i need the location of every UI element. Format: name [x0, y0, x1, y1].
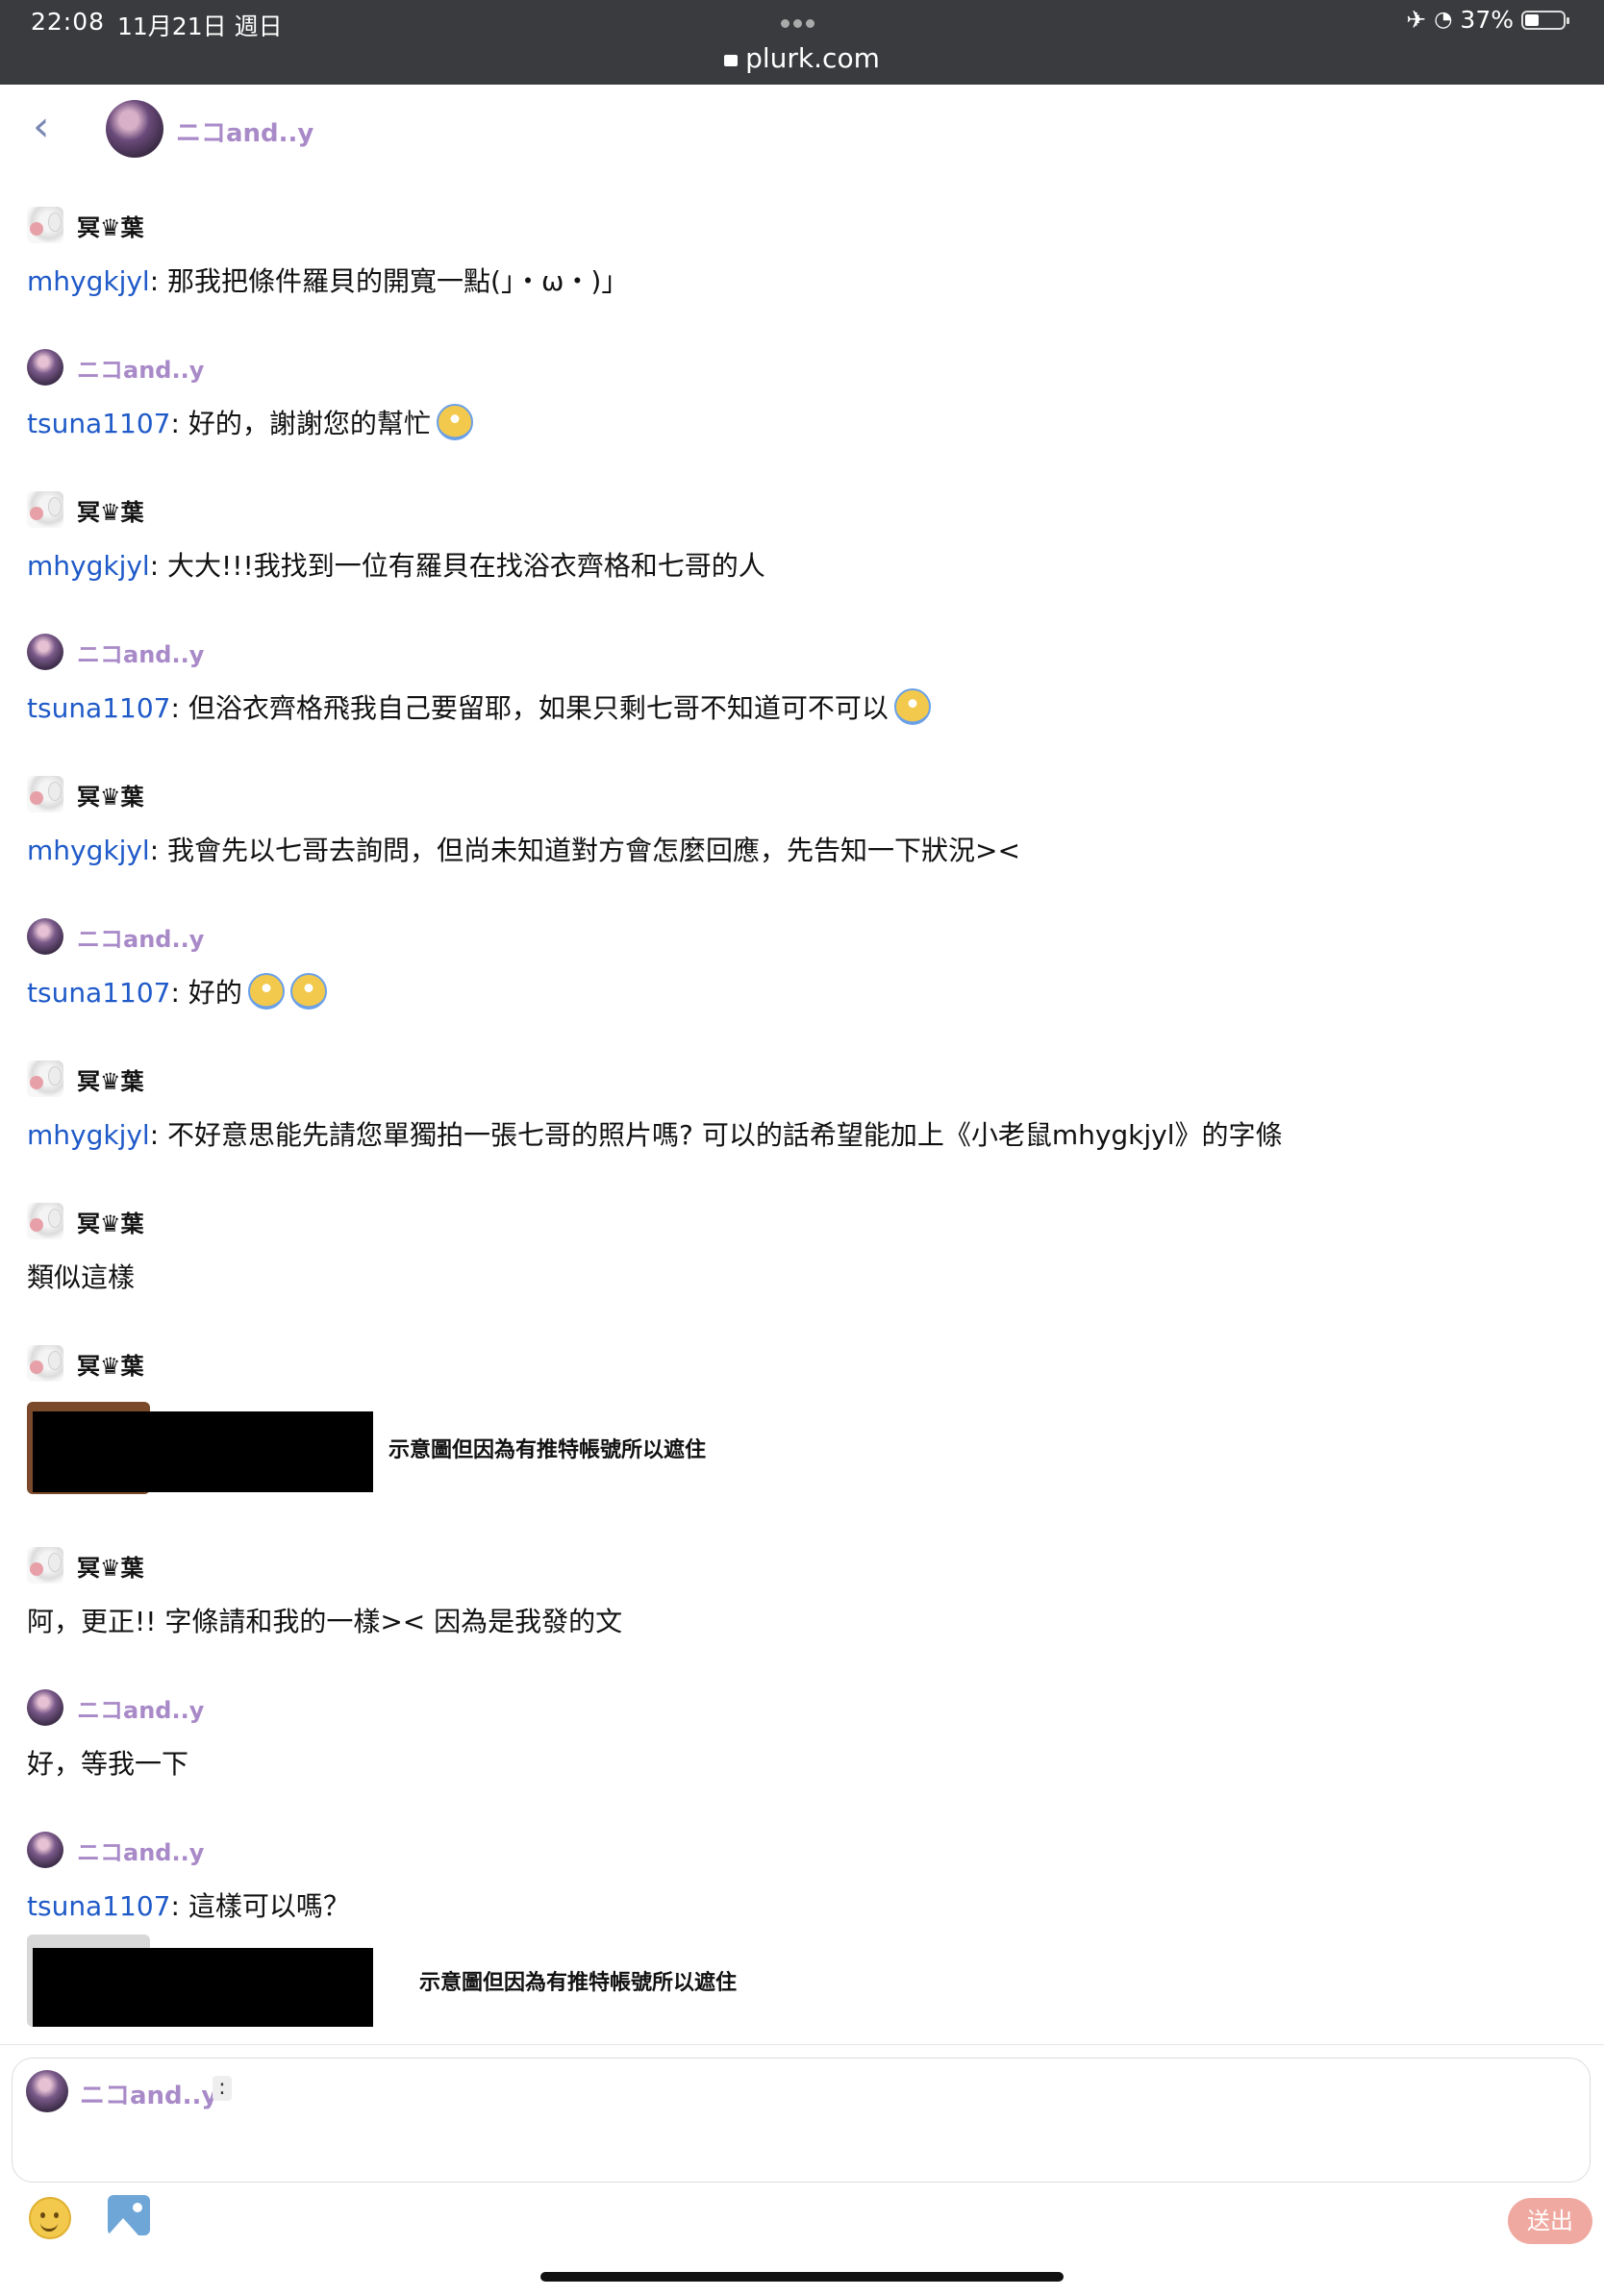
- author-name[interactable]: 冥♛葉: [77, 1062, 144, 1096]
- message-text: : 這樣可以嗎？: [170, 1890, 350, 1922]
- header-name[interactable]: ニコand..y: [176, 113, 313, 149]
- user-link[interactable]: tsuna1107: [27, 408, 170, 439]
- author-name[interactable]: ニコand..y: [77, 1834, 204, 1867]
- message-text: 好，等我一下: [27, 1748, 189, 1780]
- avatar[interactable]: [27, 1547, 63, 1584]
- qualifier-select[interactable]: :: [213, 2076, 232, 2101]
- author-name[interactable]: ニコand..y: [77, 920, 204, 954]
- image-caption: 示意圖但因為有推特帳號所以遮住: [388, 1438, 707, 1462]
- conversation-header: ‹ ニコand..y: [0, 85, 1604, 171]
- user-link[interactable]: tsuna1107: [27, 692, 170, 724]
- author-name[interactable]: ニコand..y: [77, 636, 204, 669]
- home-indicator: [540, 2272, 1064, 2282]
- response-item: ニコand..y 好，等我一下: [27, 1688, 204, 1783]
- redaction-box: [33, 1411, 373, 1492]
- response-item: 冥♛葉 示意圖但因為有推特帳號所以遮住: [27, 1344, 706, 1494]
- attached-image[interactable]: [27, 1934, 373, 2027]
- image-icon[interactable]: [108, 2195, 150, 2235]
- status-indicators: ✈ ◔ 37%: [1406, 6, 1569, 34]
- status-bar: 22:08 11月21日 週日 plurk.com ✈ ◔ 37%: [0, 0, 1604, 85]
- response-text: mhygkjyl: 那我把條件羅貝的開寬一點(」・ω・)」: [27, 263, 628, 300]
- response-item: ニコand..y tsuna1107: 好的，謝謝您的幫忙: [27, 348, 473, 443]
- smiley-icon[interactable]: [29, 2197, 71, 2239]
- response-item: 冥♛葉 阿，更正!! 字條請和我的一樣>< 因為是我發的文: [27, 1546, 622, 1640]
- author-name[interactable]: 冥♛葉: [77, 1549, 144, 1583]
- address-bar[interactable]: plurk.com: [0, 42, 1604, 74]
- author-name[interactable]: 冥♛葉: [77, 1205, 144, 1238]
- avatar: [26, 2070, 68, 2112]
- attached-image[interactable]: [27, 1402, 373, 1494]
- crying-face-emoticon: [436, 404, 473, 440]
- user-link[interactable]: tsuna1107: [27, 1890, 170, 1922]
- message-text: : 我會先以七哥去詢問，但尚未知道對方會怎麼回應，先告知一下狀況><: [149, 835, 1020, 866]
- avatar[interactable]: [27, 349, 63, 386]
- response-item: 冥♛葉 mhygkjyl: 大大!!!我找到一位有羅貝在找浴衣齊格和七哥的人: [27, 490, 765, 585]
- response-item: ニコand..y tsuna1107: 好的: [27, 917, 327, 1012]
- response-item: 冥♛葉 類似這樣: [27, 1202, 144, 1296]
- user-link[interactable]: mhygkjyl: [27, 1119, 150, 1151]
- redaction-box: [33, 1948, 373, 2027]
- avatar[interactable]: [27, 1345, 63, 1382]
- crying-face-emoticon: [289, 973, 327, 1010]
- author-name[interactable]: 冥♛葉: [77, 778, 144, 811]
- url-text: plurk.com: [745, 42, 880, 74]
- response-item: 冥♛葉 mhygkjyl: 那我把條件羅貝的開寬一點(」・ω・)」: [27, 206, 628, 300]
- avatar[interactable]: [27, 1203, 63, 1239]
- message-text: : 大大!!!我找到一位有羅貝在找浴衣齊格和七哥的人: [149, 550, 765, 582]
- status-time: 22:08: [31, 8, 106, 36]
- send-button[interactable]: 送出: [1508, 2198, 1592, 2244]
- response-text: mhygkjyl: 大大!!!我找到一位有羅貝在找浴衣齊格和七哥的人: [27, 548, 765, 585]
- message-text: 類似這樣: [27, 1261, 136, 1293]
- wifi-icon: ◔: [1434, 8, 1453, 32]
- avatar[interactable]: [27, 491, 63, 528]
- response-text: tsuna1107: 好的: [27, 973, 327, 1012]
- user-link[interactable]: mhygkjyl: [27, 550, 150, 582]
- message-text: : 好的: [170, 977, 242, 1009]
- message-text: : 不好意思能先請您單獨拍一張七哥的照片嗎? 可以的話希望能加上《小老鼠mhyg…: [149, 1119, 1283, 1151]
- author-name[interactable]: ニコand..y: [77, 1691, 204, 1725]
- author-name[interactable]: 冥♛葉: [77, 209, 144, 242]
- crying-face-emoticon: [247, 973, 285, 1010]
- avatar[interactable]: [27, 634, 63, 670]
- author-name[interactable]: 冥♛葉: [77, 1347, 144, 1381]
- avatar[interactable]: [106, 100, 163, 158]
- composer-name: ニコand..y: [80, 2082, 218, 2110]
- avatar[interactable]: [27, 207, 63, 243]
- divider: [0, 2044, 1604, 2045]
- message-text: : 但浴衣齊格飛我自己要留耶，如果只剩七哥不知道可不可以: [170, 692, 889, 724]
- airplane-icon: ✈: [1406, 6, 1427, 34]
- battery-percent: 37%: [1460, 6, 1514, 34]
- response-text: tsuna1107: 但浴衣齊格飛我自己要留耶，如果只剩七哥不知道可不可以: [27, 688, 931, 728]
- author-name[interactable]: ニコand..y: [77, 351, 204, 385]
- message-text: : 那我把條件羅貝的開寬一點(」・ω・)」: [149, 265, 629, 297]
- author-name[interactable]: 冥♛葉: [77, 493, 144, 527]
- response-text: mhygkjyl: 我會先以七哥去詢問，但尚未知道對方會怎麼回應，先告知一下狀況…: [27, 833, 1020, 869]
- user-link[interactable]: mhygkjyl: [27, 265, 150, 297]
- response-text: tsuna1107: 這樣可以嗎？: [27, 1888, 737, 1925]
- reply-composer[interactable]: ニコand..y :: [12, 2058, 1591, 2183]
- response-text: mhygkjyl: 不好意思能先請您單獨拍一張七哥的照片嗎? 可以的話希望能加上…: [27, 1117, 1283, 1154]
- message-text: 阿，更正!! 字條請和我的一樣>< 因為是我發的文: [27, 1606, 623, 1637]
- crying-face-emoticon: [893, 688, 931, 725]
- avatar[interactable]: [27, 1689, 63, 1726]
- more-dots-icon[interactable]: [781, 13, 823, 28]
- avatar[interactable]: [27, 776, 63, 812]
- image-caption: 示意圖但因為有推特帳號所以遮住: [419, 1971, 738, 1995]
- response-item: 冥♛葉 mhygkjyl: 我會先以七哥去詢問，但尚未知道對方會怎麼回應，先告知…: [27, 775, 1020, 869]
- response-item: ニコand..y tsuna1107: 但浴衣齊格飛我自己要留耶，如果只剩七哥不…: [27, 633, 931, 728]
- user-link[interactable]: mhygkjyl: [27, 835, 150, 866]
- response-item: ニコand..y tsuna1107: 這樣可以嗎？ 示意圖但因為有推特帳號所以…: [27, 1831, 737, 2027]
- user-link[interactable]: tsuna1107: [27, 977, 170, 1009]
- lock-icon: [724, 55, 739, 66]
- response-text: tsuna1107: 好的，謝謝您的幫忙: [27, 404, 473, 443]
- status-date: 11月21日 週日: [117, 12, 283, 40]
- avatar[interactable]: [27, 1832, 63, 1868]
- avatar[interactable]: [27, 918, 63, 955]
- battery-icon: [1521, 10, 1569, 30]
- message-text: : 好的，謝謝您的幫忙: [170, 408, 431, 439]
- back-chevron-icon[interactable]: ‹: [33, 106, 50, 148]
- avatar[interactable]: [27, 1061, 63, 1097]
- response-item: 冥♛葉 mhygkjyl: 不好意思能先請您單獨拍一張七哥的照片嗎? 可以的話希…: [27, 1060, 1283, 1154]
